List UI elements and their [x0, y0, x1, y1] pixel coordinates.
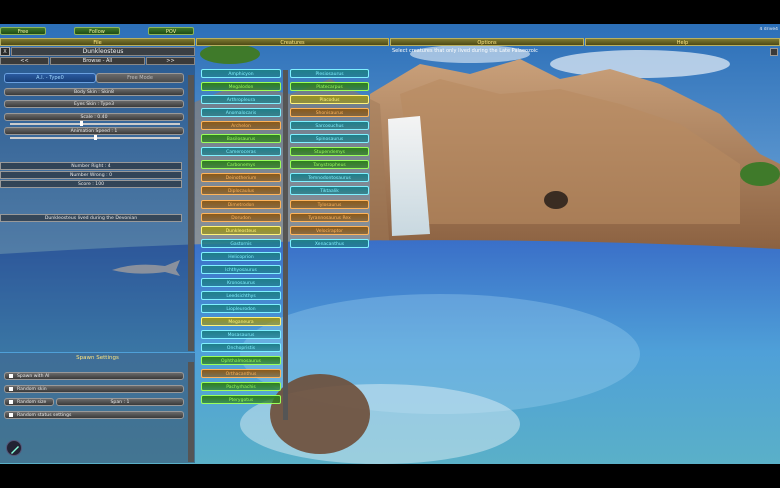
scale-slider-track[interactable] — [10, 123, 180, 125]
spawn-with-ai-toggle[interactable]: Spawn with AI — [4, 372, 184, 380]
spawn-scrollbar[interactable] — [188, 362, 194, 462]
checkbox-icon — [9, 399, 13, 404]
creature-button[interactable]: Pachyrhachis — [201, 382, 281, 392]
creature-button[interactable]: Basilosaurus — [201, 134, 281, 144]
creature-button[interactable]: Shonisaurus — [290, 108, 369, 118]
status-text: 4 drive4 — [759, 27, 778, 32]
creature-button[interactable]: Stupendemys — [290, 147, 369, 157]
menu-options[interactable]: Options — [390, 38, 584, 46]
animation-speed-knob[interactable] — [94, 135, 97, 140]
random-skin-toggle[interactable]: Random skin — [4, 385, 184, 393]
creature-button[interactable]: Mosasaurus — [201, 330, 281, 339]
creature-button[interactable]: Archelon — [201, 121, 281, 131]
number-wrong: Number Wrong : 0 — [0, 171, 182, 179]
pencil-icon[interactable] — [6, 440, 22, 456]
creature-button[interactable]: Amphicyon — [201, 69, 281, 78]
pov-button[interactable]: POV — [148, 27, 194, 35]
creature-button[interactable]: Helicoprion — [201, 251, 281, 261]
hint-text: Select creatures that only lived during … — [392, 48, 538, 54]
browse-dropdown[interactable]: Browse - All — [50, 57, 145, 65]
creature-button[interactable]: Arthropleura — [201, 95, 281, 105]
creature-button[interactable]: Dorudon — [201, 212, 281, 222]
creature-button[interactable]: Sarcosuchus — [290, 121, 369, 131]
creature-button[interactable]: Temnodontosaurus — [290, 173, 369, 183]
body-skin-selector[interactable]: Body Skin : Skin8 — [4, 88, 184, 96]
creature-button[interactable]: Plesiosaurus — [290, 69, 369, 78]
random-size-toggle[interactable]: Random size — [4, 398, 54, 406]
panel-close-button[interactable]: X — [0, 47, 10, 56]
creature-button[interactable]: Platecarpus — [290, 82, 369, 92]
free-mode-button[interactable]: Free — [0, 27, 46, 35]
free-mode-tab[interactable]: Free Mode — [96, 73, 184, 83]
creature-button[interactable]: Ophthalmosaurus — [201, 356, 281, 366]
creature-button[interactable]: Liopleurodon — [201, 303, 281, 313]
fact-text: Dunkleosteus lived during the Devonian — [0, 214, 182, 222]
creature-name: Dunkleosteus — [11, 47, 195, 56]
next-creature-button[interactable]: >> — [146, 57, 195, 65]
close-square[interactable] — [770, 48, 778, 56]
creature-button[interactable]: Diplocaulus — [201, 186, 281, 196]
menu-help[interactable]: Help — [585, 38, 780, 46]
follow-button[interactable]: Follow — [74, 27, 120, 35]
menu-creatures[interactable]: Creatures — [196, 38, 389, 46]
scale-slider[interactable]: Scale : 0.40 — [4, 113, 184, 121]
random-size-label: Random size — [17, 400, 47, 405]
creature-button[interactable]: Carbonemys — [201, 160, 281, 170]
panel-scrollbar[interactable] — [188, 75, 194, 351]
spawn-settings-panel — [0, 353, 195, 463]
creature-button[interactable]: Tyrannosaurus Rex — [290, 212, 369, 222]
eyes-skin-selector[interactable]: Eyes Skin : Type3 — [4, 100, 184, 108]
span-slider[interactable]: Span : 1 — [56, 398, 184, 406]
animation-speed-slider[interactable]: Animation Speed : 1 — [4, 127, 184, 135]
creature-button[interactable]: Xenacanthus — [290, 238, 369, 248]
checkbox-icon — [9, 373, 13, 378]
creature-list-scrollbar[interactable] — [283, 70, 288, 420]
creature-button[interactable]: Deinotherium — [201, 173, 281, 183]
checkbox-icon — [9, 412, 13, 417]
menu-file[interactable]: File — [0, 38, 195, 46]
creature-button[interactable]: Onchopristis — [201, 343, 281, 353]
creature-button[interactable]: Placodus — [290, 95, 369, 105]
creature-button[interactable]: Dunkleosteus — [201, 225, 281, 235]
creature-button[interactable]: Tiktaalik — [290, 186, 369, 196]
spawn-settings-title: Spawn Settings — [76, 355, 119, 361]
creature-button[interactable]: Anomalocaris — [201, 108, 281, 118]
creature-button[interactable]: Tylosaurus — [290, 199, 369, 209]
creature-button[interactable]: Ichthyosaurus — [201, 264, 281, 274]
random-skin-label: Random skin — [17, 387, 47, 392]
creature-button[interactable]: Spinosaurus — [290, 134, 369, 144]
random-status-toggle[interactable]: Random status settings — [4, 411, 184, 419]
creature-button[interactable]: Leedsichthys — [201, 290, 281, 300]
creature-button[interactable]: Tanystropheus — [290, 160, 369, 170]
creature-button[interactable]: Kronosaurus — [201, 277, 281, 287]
ai-tab[interactable]: A.I. - Type0 — [4, 73, 96, 83]
scale-slider-knob[interactable] — [80, 121, 83, 126]
creature-button[interactable]: Gastornis — [201, 238, 281, 248]
checkbox-icon — [9, 386, 13, 391]
number-right: Number Right : 4 — [0, 162, 182, 170]
score-display: Score : 100 — [0, 180, 182, 188]
creature-button[interactable]: Orthacanthus — [201, 369, 281, 379]
prev-creature-button[interactable]: << — [0, 57, 49, 65]
creature-button[interactable]: Dimetrodon — [201, 199, 281, 209]
spawn-with-ai-label: Spawn with AI — [17, 374, 50, 379]
creature-button[interactable]: Meganeura — [201, 316, 281, 326]
creature-button[interactable]: Cameroceras — [201, 147, 281, 157]
creature-button[interactable]: Velociraptor — [290, 225, 369, 235]
random-status-label: Random status settings — [17, 413, 72, 418]
creature-button[interactable]: Megalodon — [201, 82, 281, 92]
creature-button[interactable]: Pterygotus — [201, 395, 281, 405]
